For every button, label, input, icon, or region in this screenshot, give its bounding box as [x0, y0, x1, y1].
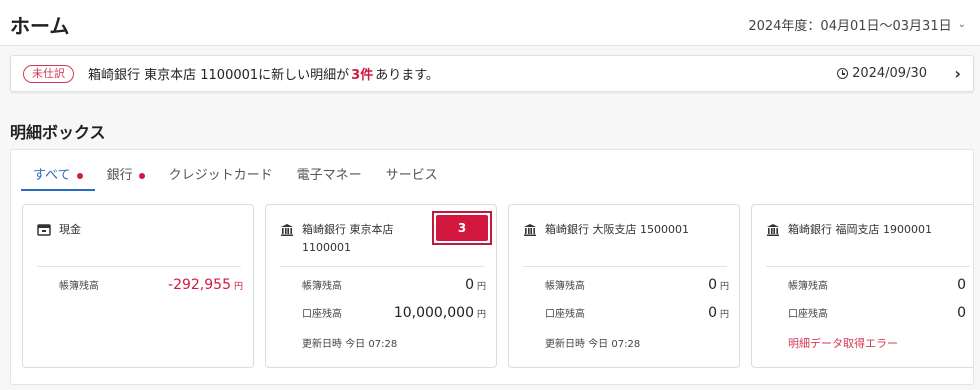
page-title: ホーム	[10, 14, 70, 38]
new-statement-notice[interactable]: 未仕訳 箱崎銀行 東京本店 1100001に新しい明細が 3件 あります。 2024…	[10, 55, 974, 92]
book-balance-row: 帳簿残高 -292,955 円	[59, 277, 243, 293]
account-balance-amount: 10,000,000	[393, 305, 474, 321]
tab-bank-label: 銀行	[106, 168, 133, 183]
unread-dot-icon	[138, 173, 145, 179]
statement-tabs: すべて 銀行 クレジットカード 電子マネー サービス	[21, 166, 450, 191]
book-balance-row: 帳簿残高 0	[788, 277, 966, 293]
book-balance-value: 0円	[465, 277, 486, 293]
account-name-line1: 箱崎銀行 東京本店	[302, 223, 394, 236]
account-balance-value: 0	[957, 305, 966, 321]
book-balance-value: 0	[957, 277, 966, 293]
chevron-right-icon[interactable]: ›	[954, 64, 961, 83]
account-name: 箱崎銀行 大阪支店 1500001	[545, 223, 689, 236]
notice-message: 箱崎銀行 東京本店 1100001に新しい明細が 3件 あります。	[88, 64, 439, 83]
book-balance-row: 帳簿残高 0円	[545, 277, 729, 293]
bank-icon	[766, 223, 780, 237]
account-name: 箱崎銀行 東京本店 1100001	[302, 221, 394, 257]
account-name: 箱崎銀行 福岡支店 1900001	[788, 223, 932, 236]
unread-dot-icon	[76, 173, 83, 179]
fiscal-period-selector[interactable]: 2024年度：04月01日〜03月31日 ⌄	[748, 15, 966, 34]
updated-at: 更新日時 今日 07:28	[545, 339, 641, 350]
tab-service-label: サービス	[385, 168, 438, 183]
new-statement-count-badge[interactable]: 3	[432, 211, 492, 245]
account-card-osaka[interactable]: 箱崎銀行 大阪支店 1500001 帳簿残高 0円 口座残高 0円 更新日時 今…	[508, 204, 740, 368]
account-balance-row: 口座残高 0円	[545, 305, 729, 321]
tab-all-label: すべて	[33, 168, 71, 183]
account-card-cash[interactable]: 現金 帳簿残高 -292,955 円	[22, 204, 254, 368]
bank-icon	[280, 223, 294, 237]
card-header: 箱崎銀行 福岡支店 1900001	[766, 221, 970, 239]
card-header: 現金	[37, 221, 241, 239]
yen-unit: 円	[476, 310, 486, 320]
divider	[37, 266, 241, 267]
account-balance-label: 口座残高	[302, 309, 342, 320]
notice-date: 2024/09/30	[837, 66, 927, 81]
book-balance-label: 帳簿残高	[59, 281, 99, 292]
tab-credit-card[interactable]: クレジットカード	[157, 166, 285, 191]
tab-e-money[interactable]: 電子マネー	[285, 166, 374, 191]
account-balance-label: 口座残高	[545, 309, 585, 320]
book-balance-label: 帳簿残高	[302, 281, 342, 292]
fetch-error-link[interactable]: 明細データ取得エラー	[788, 335, 898, 351]
account-card-tokyo[interactable]: 箱崎銀行 東京本店 1100001 3 帳簿残高 0円 口座残高 10,000,…	[265, 204, 497, 368]
clock-icon	[837, 68, 849, 79]
book-balance-label: 帳簿残高	[788, 281, 828, 292]
statement-box-panel: すべて 銀行 クレジットカード 電子マネー サービス 現金 帳簿残高 -292,…	[10, 149, 974, 385]
divider	[766, 266, 970, 267]
account-balance-label: 口座残高	[788, 309, 828, 320]
section-title: 明細ボックス	[10, 123, 106, 142]
account-balance-value: 0円	[708, 305, 729, 321]
divider	[280, 266, 484, 267]
top-bar: ホーム 2024年度：04月01日〜03月31日 ⌄	[0, 0, 980, 46]
updated-at: 更新日時 今日 07:28	[302, 339, 398, 350]
tab-credit-card-label: クレジットカード	[168, 168, 273, 183]
book-balance-amount: -292,955	[168, 277, 231, 293]
tab-e-money-label: 電子マネー	[296, 168, 362, 183]
account-balance-value: 10,000,000 円	[394, 305, 486, 321]
book-balance-label: 帳簿残高	[545, 281, 585, 292]
book-balance-amount: 0	[708, 277, 717, 293]
yen-unit: 円	[719, 310, 729, 320]
notice-count: 3件	[351, 68, 374, 83]
tab-bank[interactable]: 銀行	[95, 166, 157, 191]
yen-unit: 円	[719, 282, 729, 292]
account-card-fukuoka[interactable]: 箱崎銀行 福岡支店 1900001 帳簿残高 0 口座残高 0 明細データ取得エ…	[751, 204, 973, 368]
tab-service[interactable]: サービス	[374, 166, 450, 191]
new-statement-count: 3	[436, 215, 488, 241]
book-balance-value: -292,955 円	[168, 277, 243, 293]
fiscal-period-label: 2024年度：04月01日〜03月31日	[748, 19, 952, 34]
notice-date-text: 2024/09/30	[852, 66, 927, 81]
book-balance-row: 帳簿残高 0円	[302, 277, 486, 293]
cash-register-icon	[37, 223, 51, 237]
notice-text-before: 箱崎銀行 東京本店 1100001に新しい明細が	[88, 68, 350, 83]
tab-all[interactable]: すべて	[21, 166, 95, 191]
book-balance-value: 0円	[708, 277, 729, 293]
account-name: 現金	[59, 223, 81, 236]
chevron-down-icon: ⌄	[957, 19, 966, 30]
divider	[523, 266, 727, 267]
bank-icon	[523, 223, 537, 237]
account-balance-row: 口座残高 0	[788, 305, 966, 321]
unjournalized-badge: 未仕訳	[23, 64, 74, 83]
account-balance-row: 口座残高 10,000,000 円	[302, 305, 486, 321]
yen-unit: 円	[476, 282, 486, 292]
notice-text-after: あります。	[375, 68, 439, 83]
yen-unit: 円	[233, 282, 243, 292]
account-name-line2: 1100001	[302, 241, 351, 254]
book-balance-amount: 0	[465, 277, 474, 293]
account-balance-amount: 0	[708, 305, 717, 321]
card-header: 箱崎銀行 大阪支店 1500001	[523, 221, 727, 239]
